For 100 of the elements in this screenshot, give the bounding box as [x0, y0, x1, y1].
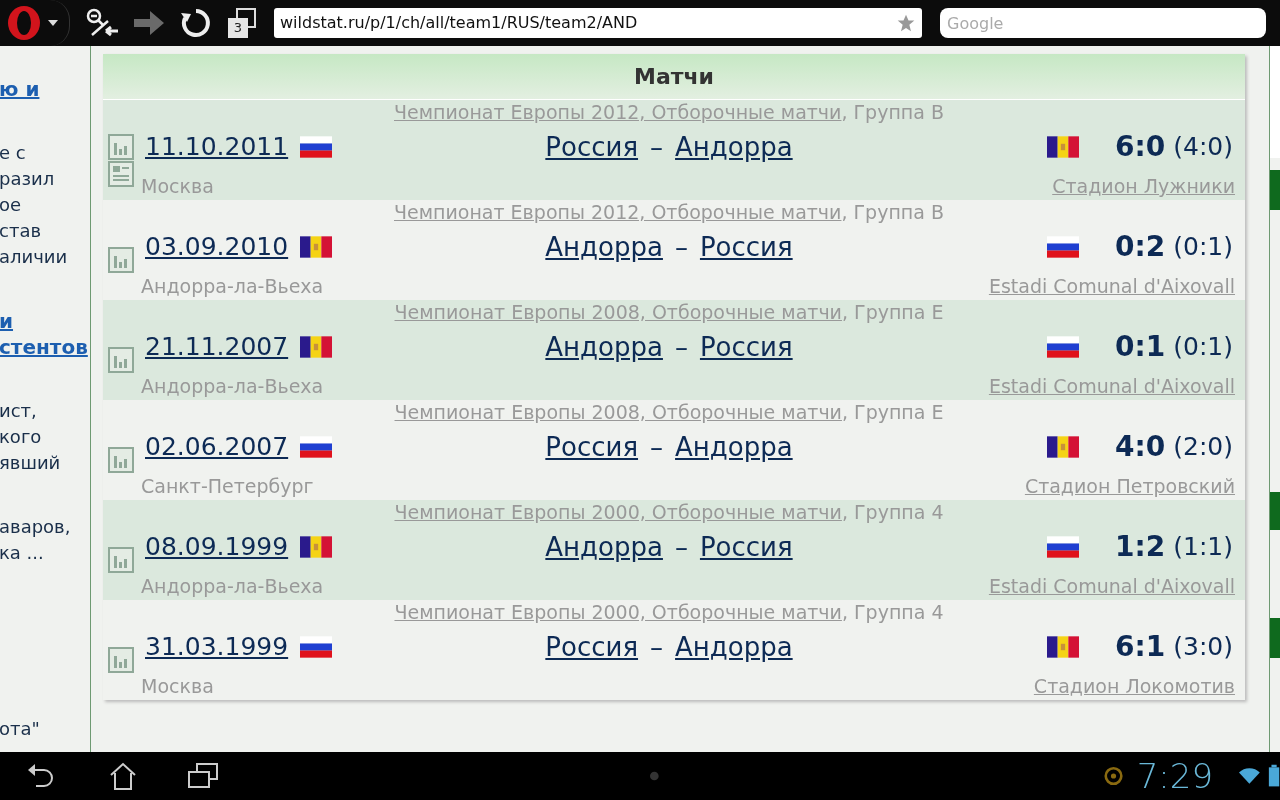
match-date-link[interactable]: 02.06.2007: [145, 428, 289, 466]
city-label: Москва: [140, 174, 214, 199]
address-field[interactable]: wildstat.ru/p/1/ch/all/team1/RUS/team2/AND: [274, 8, 922, 38]
search-field[interactable]: Google: [940, 8, 1266, 38]
document-icon[interactable]: [108, 160, 134, 187]
russia-flag-icon: [300, 636, 333, 658]
article-text: ое: [0, 193, 22, 217]
andorra-flag-icon: [1047, 636, 1080, 658]
caret-icon: [48, 20, 58, 26]
group-label: , Группа E: [841, 401, 944, 423]
city-label: Андорра-ла-Вьеха: [140, 274, 324, 299]
away-team-link[interactable]: Андорра: [675, 127, 793, 167]
group-label: , Группа E: [841, 301, 944, 323]
zoom-out-icon[interactable]: [84, 7, 120, 39]
article-text: кого: [0, 425, 42, 449]
match-date-link[interactable]: 08.09.1999: [145, 528, 289, 566]
russia-flag-icon: [300, 436, 333, 458]
tabs-button[interactable]: 3: [228, 8, 256, 38]
halftime-score: (0:1): [1173, 331, 1233, 364]
andorra-flag-icon: [1047, 436, 1080, 458]
article-text: е с: [0, 141, 26, 165]
andorra-flag-icon: [300, 536, 333, 558]
final-score: 4:0: [1115, 429, 1166, 465]
bar-chart-icon[interactable]: [108, 447, 134, 473]
group-label: , Группа B: [841, 101, 944, 123]
final-score: 6:1: [1115, 629, 1166, 665]
final-score: 6:0: [1115, 129, 1166, 165]
russia-flag-icon: [300, 136, 333, 158]
final-score: 0:1: [1115, 329, 1166, 365]
city-label: Андорра-ла-Вьеха: [140, 374, 324, 399]
home-team-link[interactable]: Россия: [545, 127, 639, 167]
dash: –: [674, 230, 688, 264]
match-date-link[interactable]: 03.09.2010: [145, 228, 289, 266]
away-team-link[interactable]: Андорра: [675, 627, 793, 667]
home-team-link[interactable]: Россия: [545, 427, 639, 467]
star-icon[interactable]: [896, 13, 916, 33]
match-date-link[interactable]: 11.10.2011: [145, 128, 289, 166]
group-label: , Группа 4: [841, 601, 944, 623]
andorra-flag-icon: [300, 236, 333, 258]
dash: –: [650, 430, 664, 464]
bar-chart-icon[interactable]: [108, 547, 134, 573]
reload-icon[interactable]: [180, 7, 212, 39]
dash: –: [674, 330, 688, 364]
away-team-link[interactable]: Россия: [699, 527, 793, 567]
article-text: ота": [0, 717, 40, 741]
dot-icon: [650, 771, 659, 781]
article-text: явший: [0, 451, 61, 475]
wifi-icon: [1239, 767, 1260, 785]
group-label: , Группа 4: [841, 501, 944, 523]
sidebar-banner: [1270, 492, 1280, 530]
target-icon: [1103, 765, 1123, 787]
match-date-link[interactable]: 31.03.1999: [145, 628, 289, 666]
andorra-flag-icon: [1047, 136, 1080, 158]
bar-chart-icon[interactable]: [108, 347, 134, 373]
sidebar-banner: [1270, 618, 1280, 658]
sidebar-banner: [1270, 170, 1280, 210]
russia-flag-icon: [1047, 336, 1080, 358]
match-date-link[interactable]: 21.11.2007: [145, 328, 289, 366]
bar-chart-icon[interactable]: [108, 247, 134, 273]
home-team-link[interactable]: Россия: [545, 627, 639, 667]
article-text: аличии: [0, 245, 68, 269]
halftime-score: (0:1): [1173, 231, 1233, 264]
away-team-link[interactable]: Россия: [699, 227, 793, 267]
bar-chart-icon[interactable]: [108, 647, 134, 673]
away-team-link[interactable]: Россия: [699, 327, 793, 367]
table-title: Матчи: [634, 63, 714, 91]
article-link[interactable]: и: [0, 308, 13, 334]
halftime-score: (1:1): [1173, 531, 1233, 564]
dash: –: [650, 130, 664, 164]
article-text: ка ...: [0, 541, 44, 565]
group-label: , Группа B: [841, 201, 944, 223]
final-score: 1:2: [1115, 529, 1166, 565]
away-team-link[interactable]: Андорра: [675, 427, 793, 467]
bar-chart-icon[interactable]: [108, 133, 134, 160]
battery-icon: [1267, 763, 1280, 789]
article-text: ист,: [0, 399, 37, 423]
andorra-flag-icon: [300, 336, 333, 358]
home-icon[interactable]: [108, 762, 138, 790]
article-link[interactable]: стентов: [0, 334, 88, 360]
clock: 7:29: [1136, 754, 1214, 798]
city-label: Москва: [140, 674, 214, 699]
back-icon[interactable]: [26, 762, 56, 790]
home-team-link[interactable]: Андорра: [545, 227, 663, 267]
article-text: разил: [0, 167, 55, 191]
recent-apps-icon[interactable]: [188, 763, 218, 789]
russia-flag-icon: [1047, 536, 1080, 558]
halftime-score: (4:0): [1173, 131, 1233, 164]
halftime-score: (2:0): [1173, 431, 1233, 464]
home-team-link[interactable]: Андорра: [545, 527, 663, 567]
city-label: Санкт-Петербург: [140, 474, 314, 499]
article-link[interactable]: ю и: [0, 76, 40, 102]
russia-flag-icon: [1047, 236, 1080, 258]
home-team-link[interactable]: Андорра: [545, 327, 663, 367]
final-score: 0:2: [1115, 229, 1166, 265]
opera-logo-icon: [6, 5, 42, 41]
article-text: аваров,: [0, 515, 71, 539]
dash: –: [674, 530, 688, 564]
halftime-score: (3:0): [1173, 631, 1233, 664]
dash: –: [650, 630, 664, 664]
city-label: Андорра-ла-Вьеха: [140, 574, 324, 599]
